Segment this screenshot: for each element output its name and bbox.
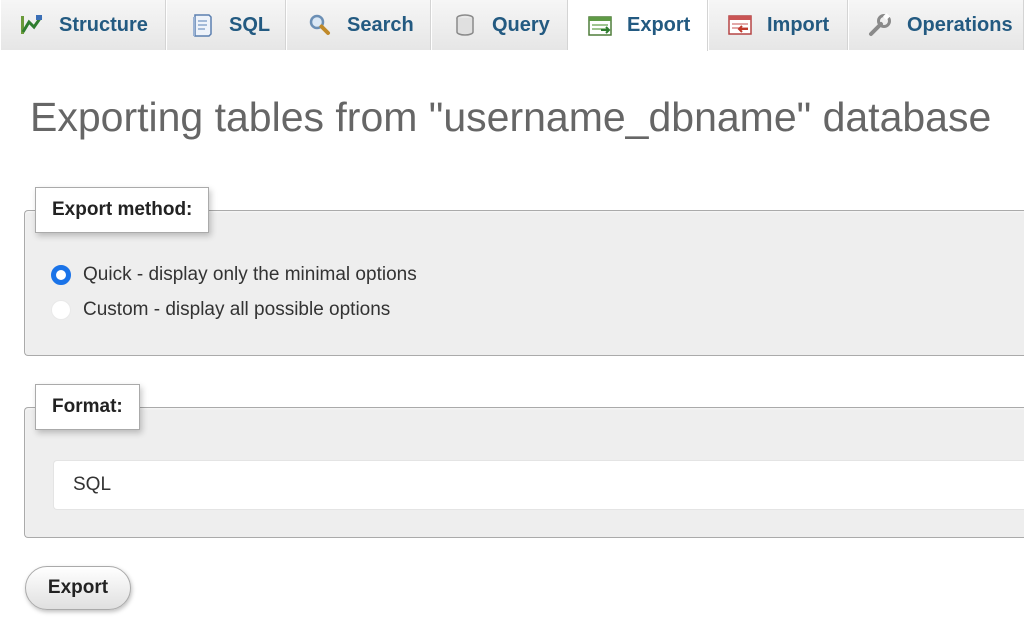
page-title: Exporting tables from "username_dbname" … xyxy=(30,94,992,140)
export-method-fieldset: Export method: Quick - display only the … xyxy=(24,187,1024,356)
tab-sql[interactable]: SQL xyxy=(166,0,286,50)
export-button[interactable]: Export xyxy=(25,566,131,610)
import-icon xyxy=(727,12,753,38)
quick-export-option[interactable]: Quick - display only the minimal options xyxy=(51,264,417,286)
tab-structure[interactable]: Structure xyxy=(0,0,166,50)
tab-label: Search xyxy=(347,13,414,36)
quick-option-label: Quick - display only the minimal options xyxy=(83,264,417,285)
export-method-legend: Export method: xyxy=(35,187,210,233)
top-tab-bar: Structure SQL Search Query Export Import… xyxy=(0,0,1024,51)
tab-label: Operations xyxy=(907,13,1013,36)
format-legend: Format: xyxy=(35,384,140,430)
format-fieldset: Format: SQL xyxy=(24,384,1024,538)
tab-import[interactable]: Import xyxy=(708,0,848,50)
tab-search[interactable]: Search xyxy=(286,0,431,50)
sql-icon xyxy=(189,12,215,38)
tab-label: SQL xyxy=(229,13,271,36)
format-select[interactable]: SQL xyxy=(53,460,1024,510)
tab-label: Query xyxy=(492,13,550,36)
custom-radio[interactable] xyxy=(51,300,71,320)
quick-radio[interactable] xyxy=(51,265,71,285)
tab-label: Export xyxy=(627,14,691,36)
tab-operations[interactable]: Operations xyxy=(848,0,1024,50)
format-selected-value: SQL xyxy=(73,474,112,495)
tab-export[interactable]: Export xyxy=(568,0,708,51)
custom-option-label: Custom - display all possible options xyxy=(83,299,391,320)
tab-label: Structure xyxy=(59,13,148,36)
custom-export-option[interactable]: Custom - display all possible options xyxy=(51,299,390,321)
export-icon xyxy=(587,13,613,39)
tab-query[interactable]: Query xyxy=(431,0,568,50)
operations-icon xyxy=(867,12,893,38)
tab-label: Import xyxy=(767,13,830,36)
search-icon xyxy=(307,12,333,38)
query-icon xyxy=(452,12,478,38)
structure-icon xyxy=(19,12,45,38)
